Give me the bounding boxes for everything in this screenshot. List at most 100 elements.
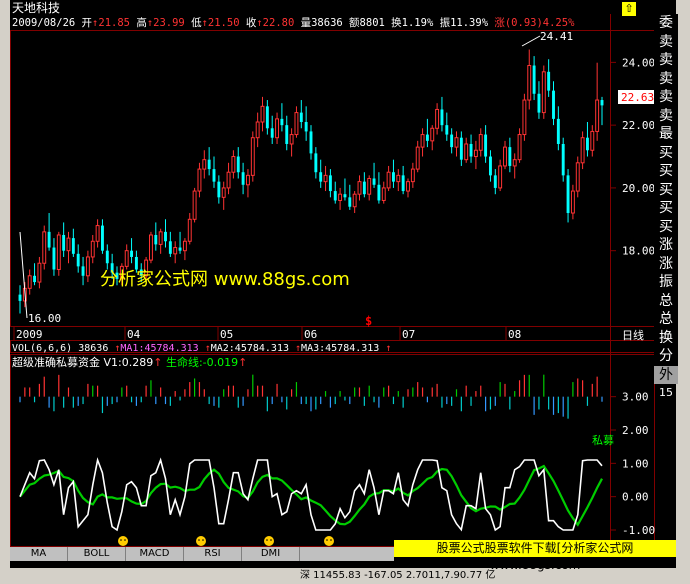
candle-body bbox=[100, 225, 104, 251]
candle-body bbox=[488, 156, 492, 176]
order-book-strip: 委卖卖卖卖卖最买买买买买涨涨振总总换分外 15 bbox=[654, 14, 678, 399]
candle-body bbox=[299, 112, 303, 123]
candle-body bbox=[454, 137, 459, 148]
order-book-label[interactable]: 买 bbox=[654, 199, 678, 217]
candle-body bbox=[556, 118, 560, 144]
period-label: 日线 bbox=[622, 328, 644, 342]
order-book-label[interactable]: 卖 bbox=[654, 70, 678, 88]
order-book-label[interactable]: 卖 bbox=[654, 51, 678, 69]
header-quote-item: 21.85 bbox=[98, 17, 136, 29]
signal-smileys bbox=[118, 536, 334, 546]
candle-body bbox=[260, 105, 265, 123]
order-book-label[interactable]: 卖 bbox=[654, 107, 678, 125]
candle-body bbox=[289, 134, 294, 145]
candle-body bbox=[484, 134, 488, 157]
candle-body bbox=[585, 137, 589, 151]
header-quote-item: 涨 bbox=[494, 17, 505, 29]
smiley-icon bbox=[196, 536, 206, 546]
candle-body bbox=[270, 128, 274, 138]
footer-watermark-bar[interactable]: 股票公式股票软件下载[分析家公式网www.88gs.com bbox=[394, 540, 676, 572]
header-quote-item: 高 bbox=[136, 16, 147, 29]
smiley-eye bbox=[202, 539, 204, 541]
candle-body bbox=[459, 137, 463, 160]
order-book-label[interactable]: 涨 bbox=[654, 255, 678, 273]
candle-body bbox=[435, 108, 440, 129]
order-book-label[interactable]: 涨 bbox=[654, 236, 678, 254]
order-book-label[interactable]: 振 bbox=[654, 273, 678, 291]
candle-body bbox=[406, 181, 410, 192]
candle-body bbox=[552, 90, 555, 119]
candle-body bbox=[236, 156, 240, 173]
time-tick-label: 06 bbox=[304, 328, 317, 341]
candle-body bbox=[600, 100, 604, 106]
up-arrow: ↑ bbox=[385, 343, 391, 354]
order-book-label[interactable]: 最 bbox=[654, 125, 678, 143]
stock-name: 天地科技 bbox=[12, 1, 60, 15]
indicator-tick-label: 1.00 bbox=[622, 457, 649, 470]
header-quote-item: 38636 bbox=[311, 17, 349, 29]
candle-body bbox=[478, 134, 483, 151]
candle-body bbox=[532, 65, 536, 94]
candle-body bbox=[95, 225, 100, 242]
candle-body bbox=[221, 187, 226, 198]
candle-body bbox=[537, 93, 541, 113]
candle-body bbox=[168, 241, 172, 254]
indicator-tab-rsi[interactable]: RSI bbox=[184, 547, 242, 561]
volume-info-line: VOL(6,6,6) 38636 ↑MA1:45784.313 ↑MA2:457… bbox=[12, 343, 391, 354]
scroll-up-button[interactable]: ⇧ bbox=[622, 2, 636, 16]
smiley-eye bbox=[330, 539, 332, 541]
order-book-label[interactable]: 总 bbox=[654, 310, 678, 328]
order-book-label[interactable]: 买 bbox=[654, 181, 678, 199]
order-book-label[interactable]: 卖 bbox=[654, 33, 678, 51]
candle-body bbox=[391, 172, 395, 182]
header-quote-item: 23.99 bbox=[153, 17, 191, 29]
min-price-label: 16.00 bbox=[28, 312, 61, 325]
order-book-label[interactable]: 外 bbox=[654, 365, 678, 384]
candle-body bbox=[503, 146, 507, 167]
order-book-label[interactable]: 买 bbox=[654, 162, 678, 180]
candle-body bbox=[81, 266, 85, 276]
candle-body bbox=[66, 237, 71, 252]
v1-value: V1:0.289 bbox=[104, 356, 154, 369]
candle-body bbox=[304, 122, 308, 132]
indicator-tick-label: 0.00 bbox=[622, 491, 649, 504]
candle-body bbox=[348, 197, 352, 207]
order-book-label[interactable]: 买 bbox=[654, 144, 678, 162]
candle-body bbox=[76, 253, 80, 267]
header-quote-item: 21.50 bbox=[208, 17, 246, 29]
header-quote-item: 收 bbox=[246, 16, 257, 29]
indicator-y-axis: 3.00 2.00 1.00 0.00 -1.00 bbox=[610, 391, 655, 537]
indicator-tab-dmi[interactable]: DMI bbox=[242, 547, 300, 561]
order-book-label[interactable]: 总 bbox=[654, 292, 678, 310]
candle-body bbox=[493, 175, 497, 188]
order-book-label[interactable]: 卖 bbox=[654, 88, 678, 106]
candle-body bbox=[207, 159, 211, 170]
candle-body bbox=[42, 231, 47, 264]
order-book-label[interactable]: 分 bbox=[654, 347, 678, 365]
indicator-tab-macd[interactable]: MACD bbox=[126, 547, 184, 561]
candle-body bbox=[47, 231, 51, 248]
indicator-tab-ma[interactable]: MA bbox=[10, 547, 68, 561]
smiley-eye bbox=[198, 539, 200, 541]
candle-body bbox=[410, 168, 415, 183]
candle-body bbox=[124, 250, 129, 267]
order-book-extra: 15 bbox=[659, 386, 673, 399]
order-book-label[interactable]: 买 bbox=[654, 218, 678, 236]
candle-body bbox=[590, 130, 595, 151]
v1-line bbox=[19, 457, 603, 532]
header-quote-item: 1.19% bbox=[402, 17, 440, 29]
smiley-eye bbox=[120, 539, 122, 541]
candle-body bbox=[217, 181, 221, 198]
candle-body bbox=[425, 134, 429, 141]
indicator-tick-label: 2.00 bbox=[622, 424, 649, 437]
time-tick-label: 04 bbox=[127, 328, 141, 341]
candle-body bbox=[245, 174, 250, 186]
header-quote-text: 2009/08/26 开↑21.85 高↑23.99 低↑21.50 收↑22.… bbox=[12, 16, 575, 29]
indicator-tab-boll[interactable]: BOLL bbox=[68, 547, 126, 561]
candle-body bbox=[575, 162, 580, 192]
volume-info-text: VOL(6,6,6) 38636 ↑MA1:45784.313 ↑MA2:457… bbox=[12, 343, 391, 354]
order-book-label[interactable]: 换 bbox=[654, 329, 678, 347]
order-book-label[interactable]: 委 bbox=[654, 14, 678, 32]
indicator-title-text: 超级准确私募资金 V1:0.289↑ 生命线:-0.019↑ bbox=[12, 355, 247, 369]
header-quote-item: 11.39% bbox=[450, 17, 494, 29]
